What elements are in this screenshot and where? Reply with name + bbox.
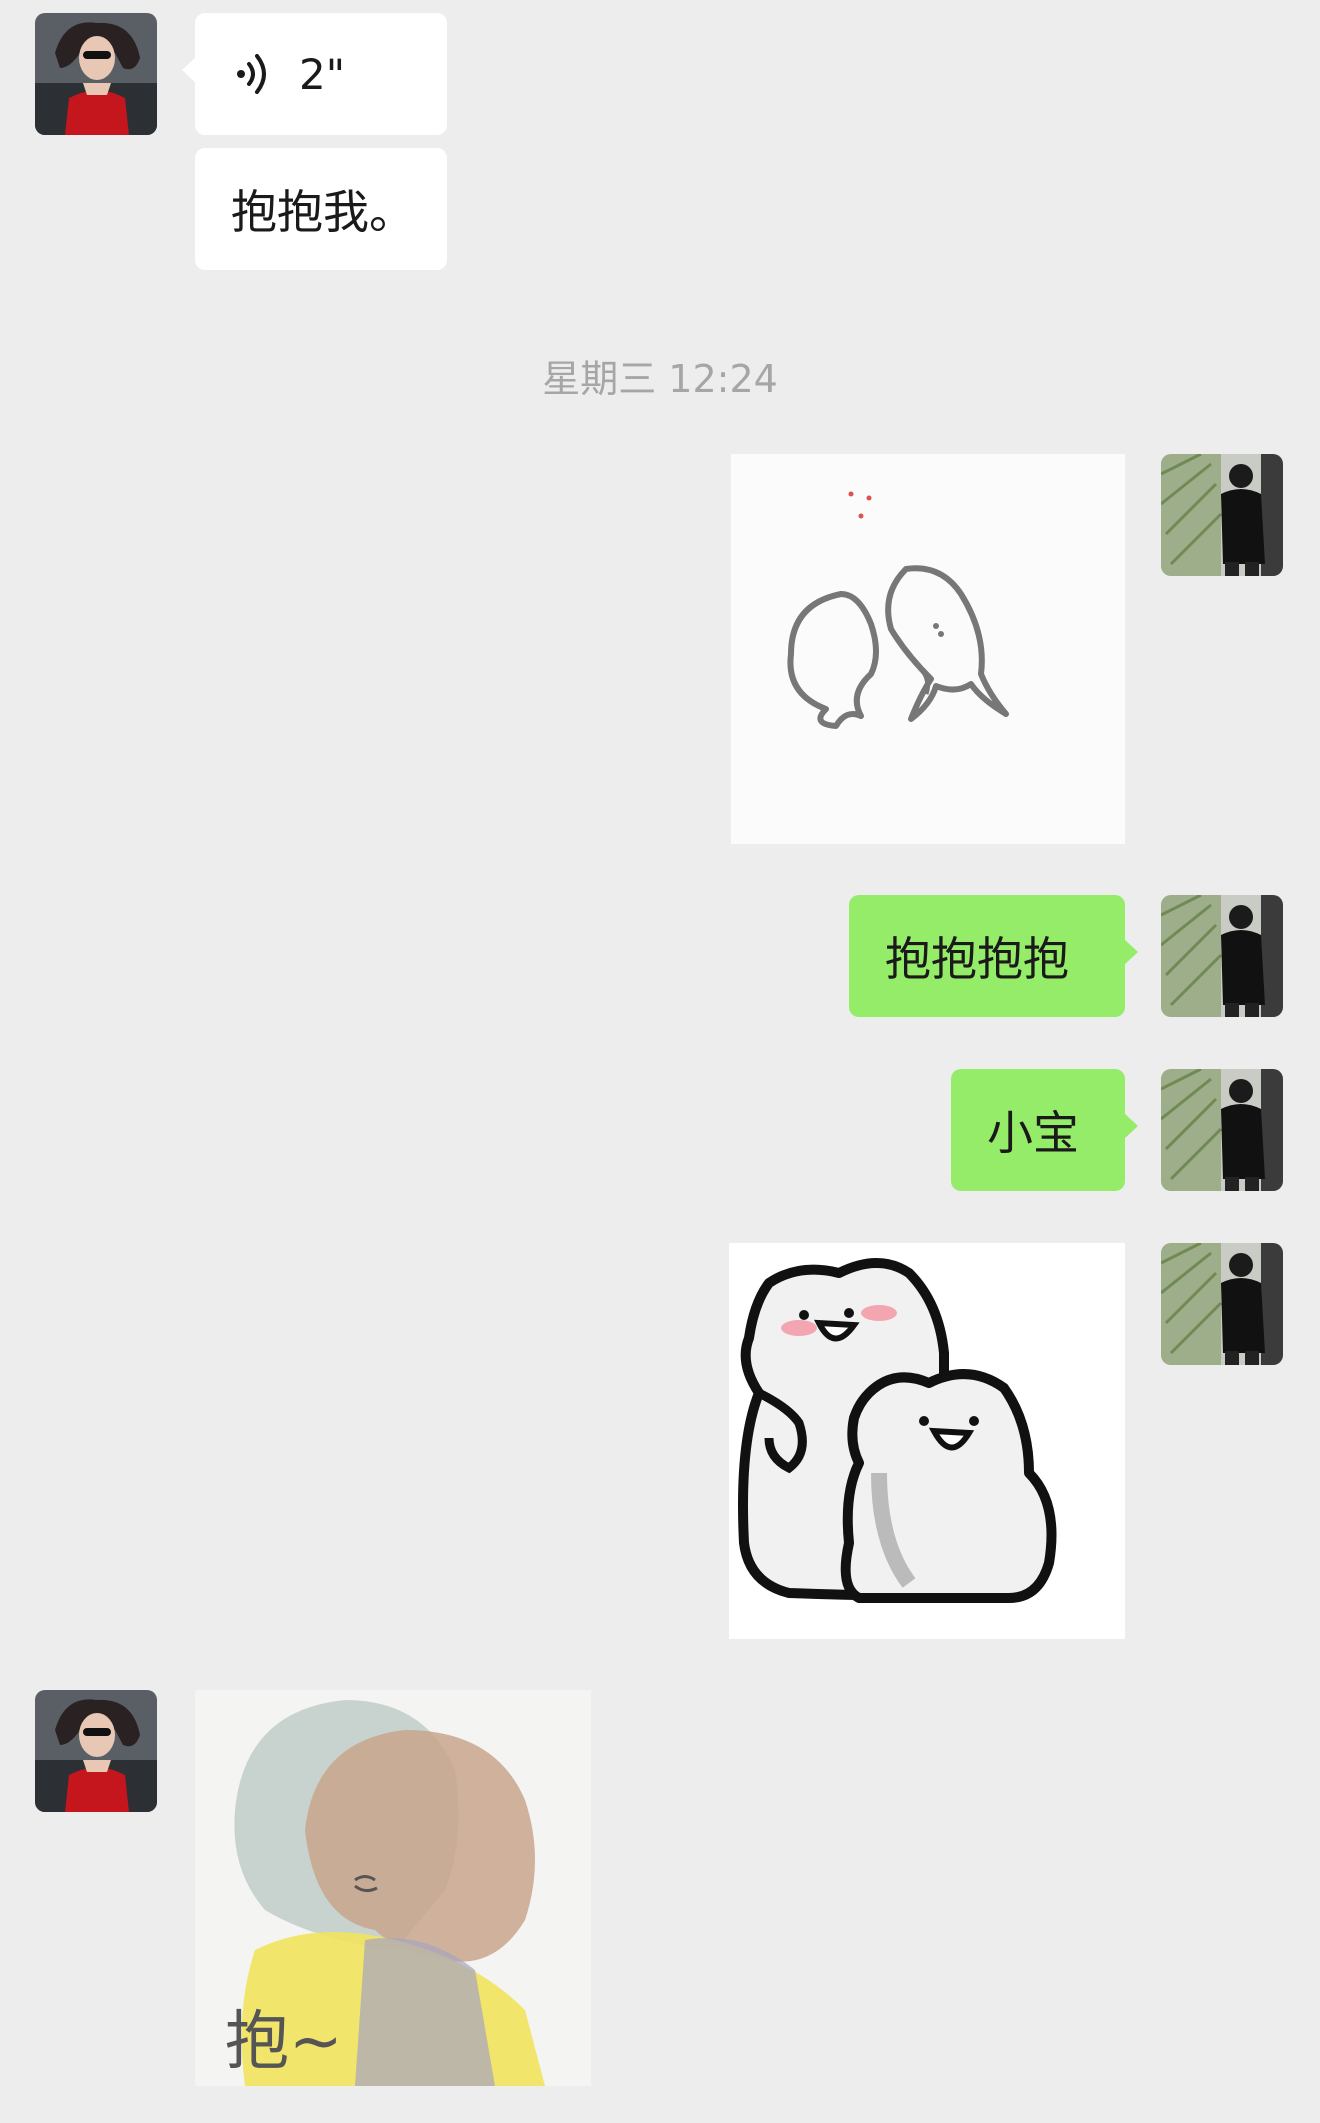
message-text: 抱抱抱抱 <box>885 932 1069 986</box>
sticker-caption: 抱~ <box>225 2005 343 2079</box>
sticker-anime-hug[interactable]: 抱~ <box>195 1690 591 2086</box>
message-text: 抱抱我。 <box>231 185 415 239</box>
self-avatar[interactable] <box>1161 895 1283 1017</box>
other-user-avatar[interactable] <box>35 13 157 135</box>
self-avatar[interactable] <box>1161 1069 1283 1191</box>
message-text: 小宝 <box>987 1106 1079 1160</box>
message-timestamp: 星期三 12:24 <box>542 357 778 401</box>
text-message-bubble[interactable]: 抱抱抱抱 <box>849 895 1138 1017</box>
text-message-bubble[interactable]: 抱抱我。 <box>195 148 447 270</box>
text-message-bubble[interactable]: 小宝 <box>951 1069 1138 1191</box>
self-avatar[interactable] <box>1161 454 1283 576</box>
voice-wave-icon <box>235 52 271 96</box>
voice-duration: 2" <box>299 49 346 99</box>
sticker-cats-hugging[interactable] <box>729 1243 1125 1639</box>
self-avatar[interactable] <box>1161 1243 1283 1365</box>
other-user-avatar[interactable] <box>35 1690 157 1812</box>
sticker-hugging-blob[interactable] <box>731 454 1125 844</box>
voice-message-bubble[interactable]: 2" <box>182 13 447 135</box>
